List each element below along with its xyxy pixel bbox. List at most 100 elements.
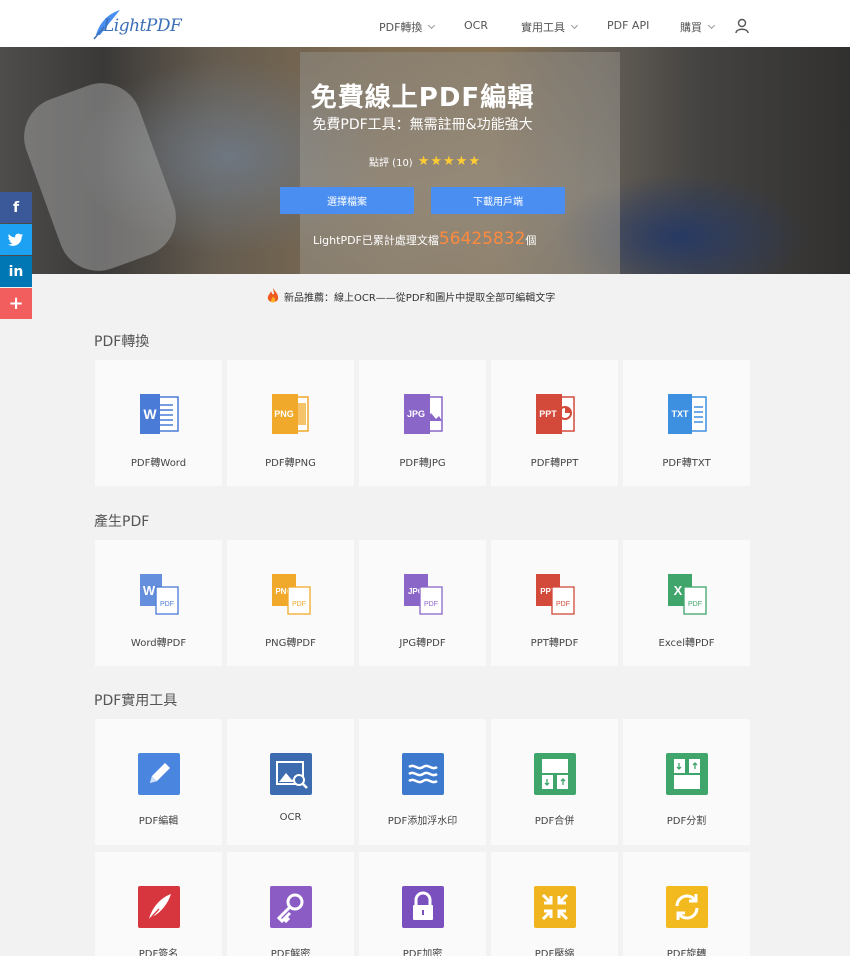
svg-text:JPG: JPG [407,409,425,419]
svg-text:PNG: PNG [274,409,294,419]
split-pages-icon [666,753,708,795]
section-title-convert: PDF轉換 [94,334,150,350]
tool-card-png-to-pdf[interactable]: PNG PDF PNG轉PDF [227,540,354,666]
excel-to-pdf-icon: X PDF [668,574,707,615]
fire-icon [267,288,279,303]
compress-arrows-icon [534,886,576,928]
download-client-button[interactable]: 下載用戶端 [431,187,565,214]
twitter-icon [8,233,23,246]
tool-card-pdf-encrypt[interactable]: PDF加密 [359,852,486,956]
nav-pdf-api[interactable]: PDF API [607,19,649,32]
facebook-icon: f [12,199,20,216]
ppt-to-pdf-icon: PPTPDF [536,574,575,615]
tool-card-pdf-to-ppt[interactable]: PPT PDF轉PPT [491,360,618,486]
tool-card-label: OCR [279,812,302,823]
tool-card-excel-to-pdf[interactable]: X PDF Excel轉PDF [623,540,750,666]
tool-card-pdf-decrypt[interactable]: PDF解密 [227,852,354,956]
tool-card-pdf-rotate[interactable]: PDF旋轉 [623,852,750,956]
tool-card-ocr[interactable]: OCR [227,719,354,845]
tool-card-pdf-sign[interactable]: PDF簽名 [95,852,222,956]
word-document-icon: W [140,394,179,434]
svg-text:W: W [143,406,157,422]
nav-tools[interactable]: 實用工具 [521,19,579,35]
svg-text:PDF: PDF [424,601,438,608]
tool-card-pdf-edit[interactable]: PDF編輯 [95,719,222,845]
svg-text:PDF: PDF [556,601,570,608]
news-banner[interactable]: 新品推薦：線上OCR——從PDF和圖片中提取全部可編輯文字 [266,287,555,305]
ocr-scan-icon [270,753,312,795]
rating-stars-icon: ★★★★★ [417,154,481,169]
png-to-pdf-icon: PNGPDF [272,574,311,615]
svg-text:PDF: PDF [292,601,306,608]
tool-card-label: Word轉PDF [130,638,187,649]
png-image-icon: PNG [272,394,309,434]
tool-card-label: PDF轉Word [130,458,187,469]
lock-icon [402,886,444,928]
nav-ocr[interactable]: OCR [464,19,488,32]
tool-card-pdf-compress[interactable]: PDF壓縮 [491,852,618,956]
tool-card-label: PDF加密 [402,949,443,956]
linkedin-icon: in [8,263,24,280]
tool-card-label: PDF合併 [534,816,575,827]
tool-card-label: PDF添加浮水印 [387,816,458,827]
chevron-down-icon [707,21,716,30]
rating: 點評 (10) ★★★★★ [369,154,481,169]
section-title-create: 產生PDF [94,514,150,530]
tool-card-label: Excel轉PDF [658,638,715,649]
chevron-down-icon [570,21,579,30]
tool-card-pdf-to-png[interactable]: PNG PDF轉PNG [227,360,354,486]
svg-text:PDF: PDF [160,601,174,608]
tool-card-pdf-watermark[interactable]: PDF添加浮水印 [359,719,486,845]
merge-pages-icon [534,753,576,795]
nav-buy[interactable]: 購買 [680,19,716,35]
ppt-presentation-icon: PPT [536,394,575,434]
twitter-share-button[interactable]: t [0,224,32,255]
tool-card-pdf-to-jpg[interactable]: JPG PDF轉JPG [359,360,486,486]
tool-card-jpg-to-pdf[interactable]: JPG PDF JPG轉PDF [359,540,486,666]
plus-icon: + [8,293,24,314]
news-text: 新品推薦：線上OCR——從PDF和圖片中提取全部可編輯文字 [284,292,556,304]
section-title-tools: PDF實用工具 [94,693,178,709]
tool-card-pdf-to-txt[interactable]: TXT PDF轉TXT [623,360,750,486]
jpg-to-pdf-icon: JPGPDF [404,574,443,615]
svg-text:X: X [674,583,683,598]
tool-card-label: PNG轉PDF [265,638,316,649]
tool-card-pdf-merge[interactable]: PDF合併 [491,719,618,845]
logo-text[interactable]: LightPDF [103,16,182,36]
watermark-waves-icon [402,753,444,795]
user-icon[interactable] [735,18,749,34]
tool-card-label: PDF轉PPT [530,458,579,469]
tool-card-label: PDF分割 [666,816,707,827]
processed-count: LightPDF已累計處理文檔 56425832 個 [313,229,537,249]
hero-banner: 免費線上PDF編輯 免費PDF工具：無需註冊&功能強大 點評 (10) ★★★★… [0,47,850,274]
processed-count-value: 56425832 [438,229,526,249]
more-share-button[interactable]: + [0,288,32,319]
tool-card-ppt-to-pdf[interactable]: PPT PDF PPT轉PDF [491,540,618,666]
tool-card-label: PDF編輯 [138,816,179,827]
tool-card-label: PDF轉PNG [265,458,316,469]
key-icon [270,886,312,928]
tool-card-word-to-pdf[interactable]: W PDF Word轉PDF [95,540,222,666]
tool-card-label: PDF轉TXT [662,458,711,469]
svg-text:TXT: TXT [672,409,690,419]
site-header: LightPDF PDF轉換 OCR 實用工具 PDF API 購買 [0,0,850,47]
rating-label[interactable]: 點評 (10) [369,154,413,169]
tool-card-label: PDF簽名 [138,949,179,956]
jpg-image-icon: JPG [404,394,443,434]
facebook-share-button[interactable]: f [0,192,32,223]
nav-pdf-convert[interactable]: PDF轉換 [379,19,436,35]
linkedin-share-button[interactable]: in [0,256,32,287]
tool-card-label: PDF解密 [270,949,311,956]
tool-card-label: PPT轉PDF [530,638,579,649]
svg-text:PDF: PDF [688,601,702,608]
svg-text:W: W [143,583,156,598]
word-to-pdf-icon: W PDF [140,574,179,615]
tool-card-label: PDF壓縮 [534,949,575,956]
svg-text:PPT: PPT [539,409,557,419]
select-file-button[interactable]: 選擇檔案 [280,187,414,214]
hero-title: 免費線上PDF編輯 [310,83,535,113]
tool-card-label: PDF旋轉 [666,949,707,956]
tool-card-pdf-to-word[interactable]: W PDF轉Word [95,360,222,486]
rotate-arrows-icon [666,886,708,928]
tool-card-pdf-split[interactable]: PDF分割 [623,719,750,845]
